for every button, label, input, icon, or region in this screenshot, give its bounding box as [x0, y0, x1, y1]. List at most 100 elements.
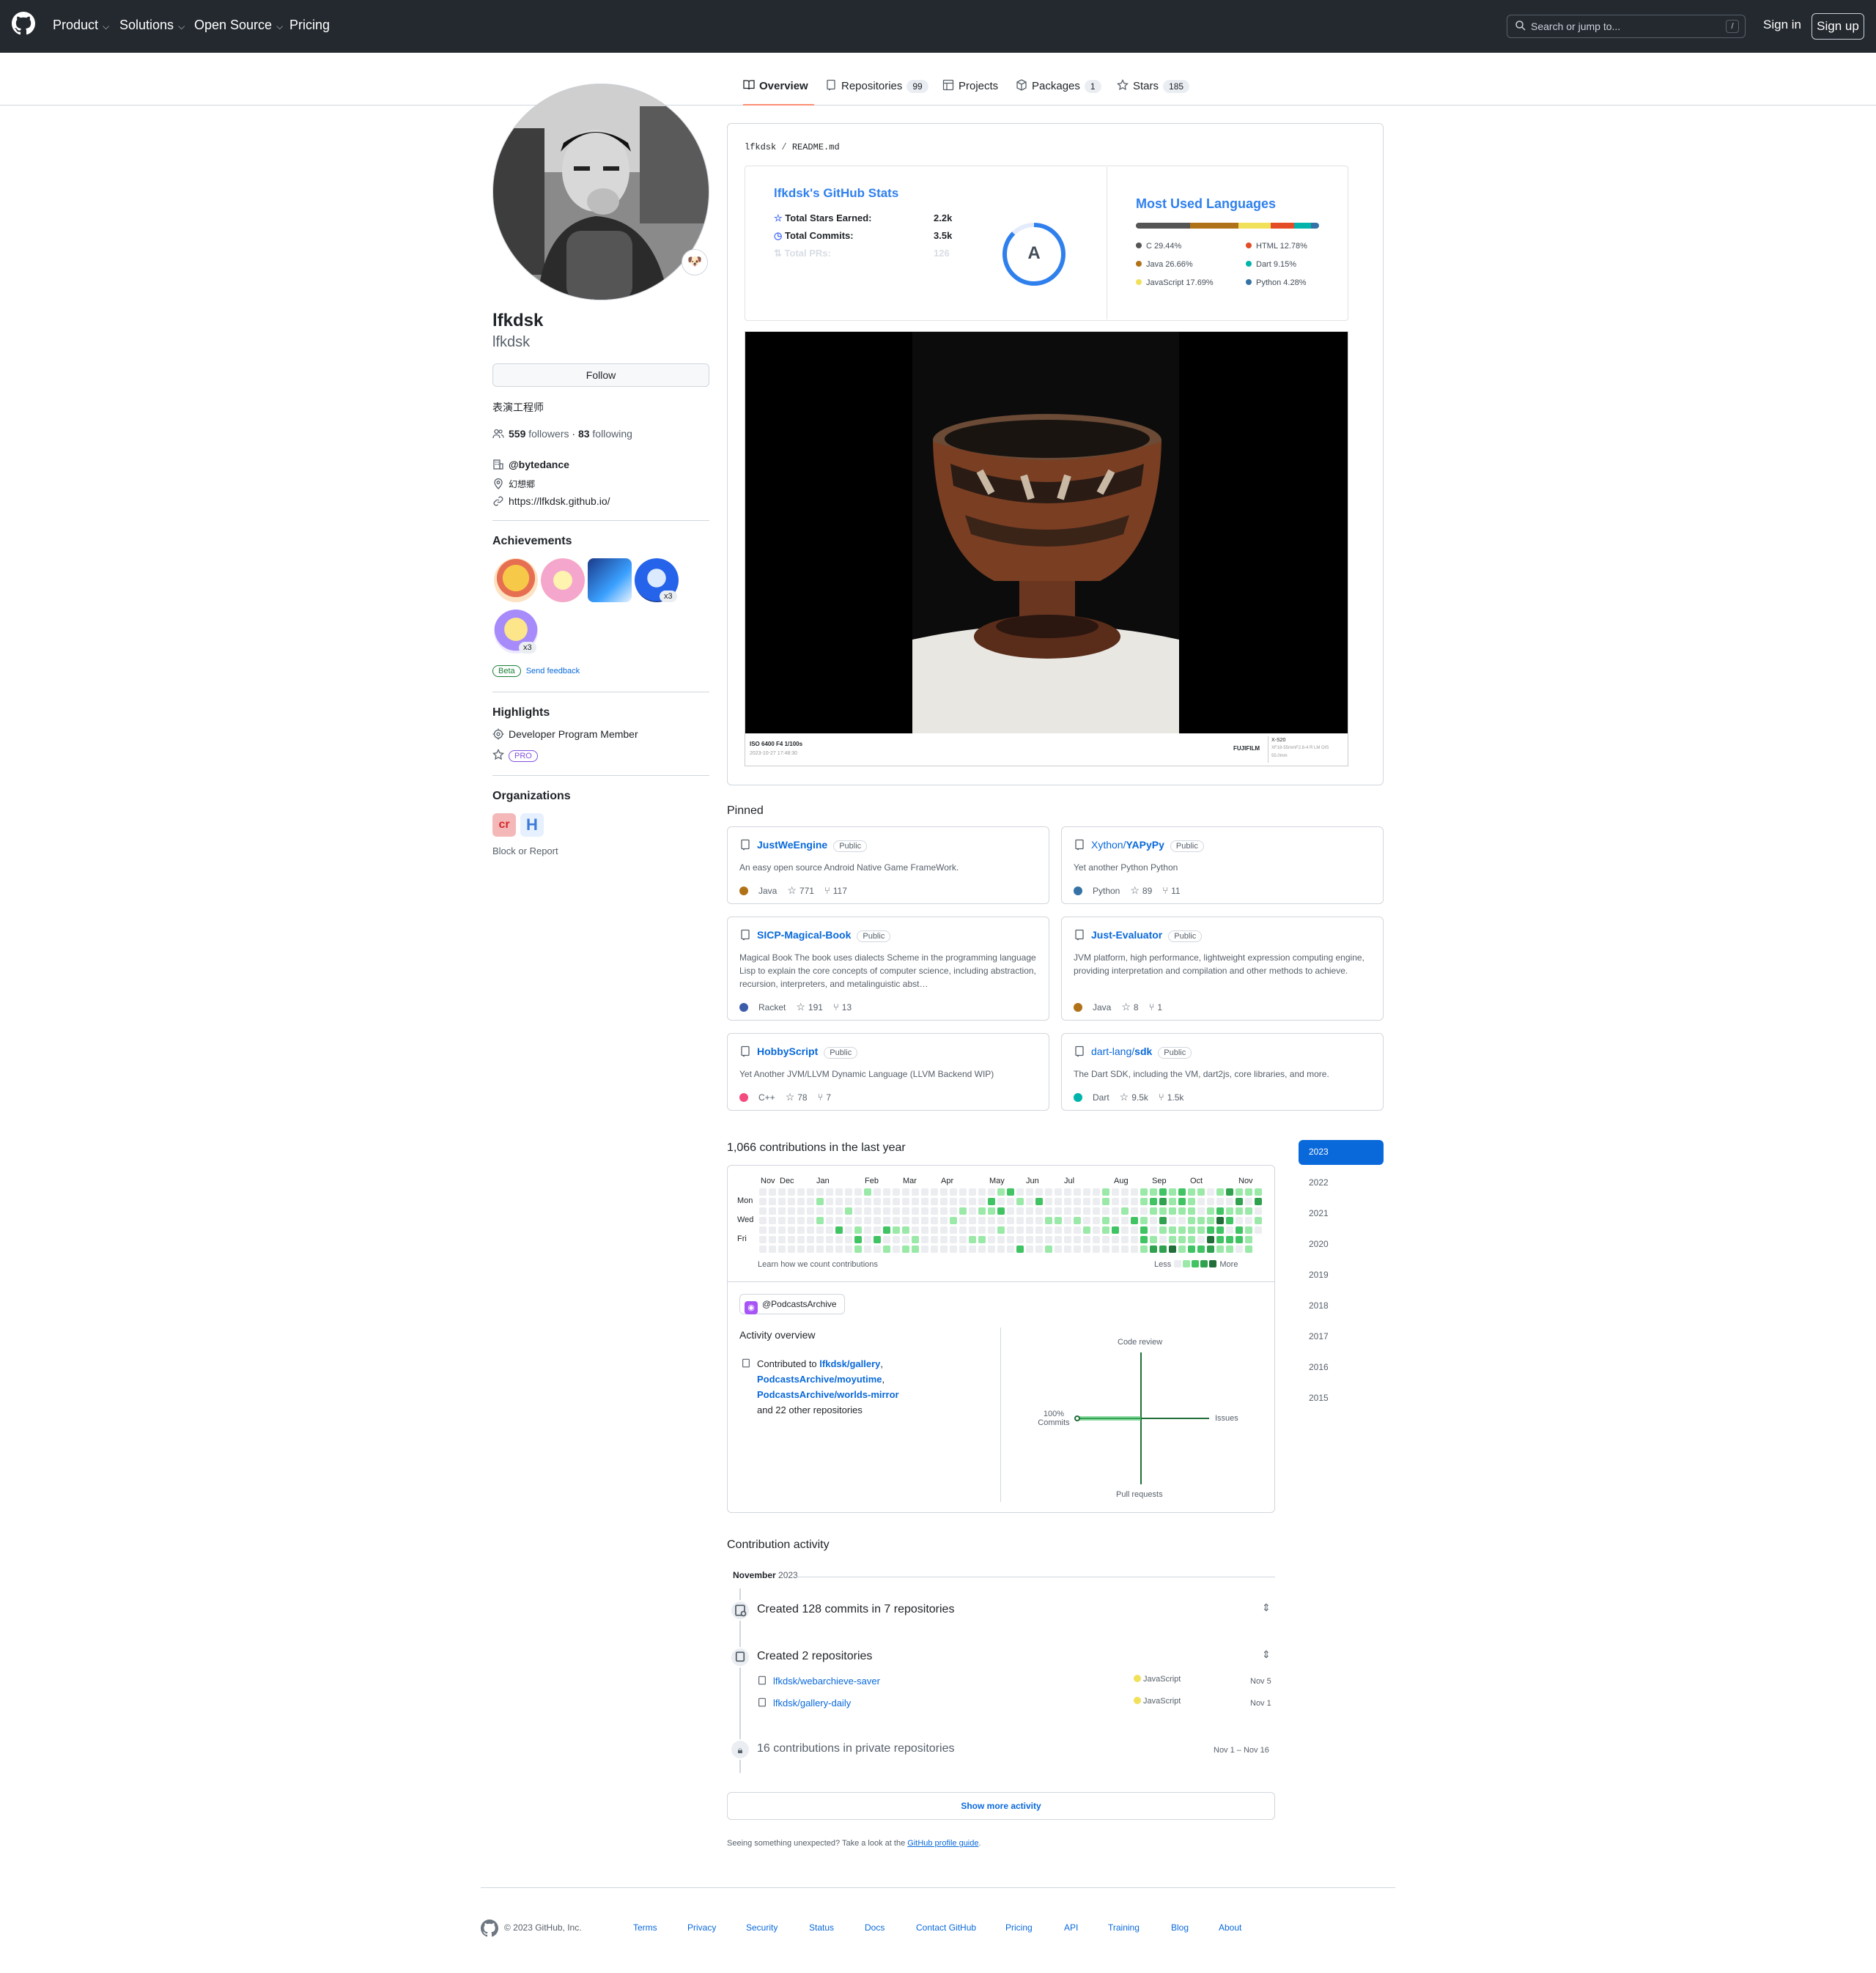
- contribution-day[interactable]: [1255, 1226, 1262, 1234]
- contribution-day[interactable]: [1026, 1207, 1033, 1215]
- contribution-day[interactable]: [1026, 1198, 1033, 1205]
- contribution-day[interactable]: [1045, 1207, 1052, 1215]
- contribution-day[interactable]: [1131, 1198, 1138, 1205]
- contribution-day[interactable]: [1045, 1217, 1052, 1224]
- contribution-day[interactable]: [959, 1188, 967, 1196]
- footer-link-privacy[interactable]: Privacy: [687, 1922, 716, 1933]
- contribution-day[interactable]: [807, 1188, 814, 1196]
- contribution-day[interactable]: [940, 1217, 948, 1224]
- contribution-day[interactable]: [759, 1236, 767, 1243]
- contribution-day[interactable]: [1226, 1198, 1233, 1205]
- contribution-day[interactable]: [759, 1188, 767, 1196]
- contribution-day[interactable]: [978, 1207, 986, 1215]
- contribution-day[interactable]: [845, 1207, 852, 1215]
- contribution-day[interactable]: [883, 1217, 890, 1224]
- repo-forks[interactable]: ⑂ 1: [1149, 1002, 1163, 1013]
- contribution-day[interactable]: [1121, 1207, 1129, 1215]
- contribution-day[interactable]: [1140, 1188, 1148, 1196]
- github-logo-icon[interactable]: [12, 12, 35, 35]
- year-link-2016[interactable]: 2016: [1299, 1355, 1384, 1380]
- contribution-day[interactable]: [1188, 1188, 1195, 1196]
- contribution-day[interactable]: [1074, 1198, 1081, 1205]
- contribution-day[interactable]: [864, 1198, 871, 1205]
- contribution-day[interactable]: [797, 1207, 805, 1215]
- contribution-day[interactable]: [1121, 1188, 1129, 1196]
- contribution-day[interactable]: [921, 1226, 928, 1234]
- footer-link-blog[interactable]: Blog: [1171, 1922, 1189, 1933]
- contribution-day[interactable]: [1178, 1245, 1186, 1253]
- contribution-day[interactable]: [1016, 1217, 1024, 1224]
- contribution-day[interactable]: [1016, 1226, 1024, 1234]
- contribution-day[interactable]: [1226, 1245, 1233, 1253]
- contribution-day[interactable]: [1169, 1217, 1176, 1224]
- contribution-day[interactable]: [1121, 1236, 1129, 1243]
- contribution-day[interactable]: [1150, 1188, 1157, 1196]
- contribution-day[interactable]: [912, 1245, 919, 1253]
- following-link[interactable]: 83 following: [578, 428, 632, 440]
- contribution-day[interactable]: [912, 1188, 919, 1196]
- contribution-day[interactable]: [1169, 1236, 1176, 1243]
- contribution-day[interactable]: [1236, 1236, 1243, 1243]
- contribution-day[interactable]: [1083, 1226, 1090, 1234]
- nav-solutions[interactable]: Solutions ⌵: [119, 18, 185, 33]
- contribution-day[interactable]: [988, 1236, 995, 1243]
- footer-link-pricing[interactable]: Pricing: [1005, 1922, 1033, 1933]
- achievement-yolo-icon[interactable]: [541, 558, 585, 602]
- contribution-day[interactable]: [759, 1226, 767, 1234]
- contribution-day[interactable]: [1055, 1188, 1062, 1196]
- contribution-day[interactable]: [1112, 1188, 1119, 1196]
- contribution-day[interactable]: [835, 1207, 843, 1215]
- contribution-day[interactable]: [940, 1245, 948, 1253]
- contribution-day[interactable]: [788, 1226, 795, 1234]
- contribution-day[interactable]: [1083, 1207, 1090, 1215]
- contribution-day[interactable]: [997, 1207, 1005, 1215]
- contribution-day[interactable]: [978, 1226, 986, 1234]
- contribution-day[interactable]: [845, 1245, 852, 1253]
- footer-link-security[interactable]: Security: [746, 1922, 778, 1933]
- contribution-day[interactable]: [1045, 1188, 1052, 1196]
- contribution-day[interactable]: [921, 1198, 928, 1205]
- repo-stars[interactable]: ☆ 191: [796, 1001, 823, 1013]
- contribution-day[interactable]: [835, 1236, 843, 1243]
- send-feedback-link[interactable]: Send feedback: [526, 667, 580, 675]
- contribution-day[interactable]: [807, 1198, 814, 1205]
- contribution-day[interactable]: [1255, 1188, 1262, 1196]
- contribution-day[interactable]: [835, 1198, 843, 1205]
- footer-link-contact-github[interactable]: Contact GitHub: [916, 1922, 976, 1933]
- contribution-day[interactable]: [1140, 1217, 1148, 1224]
- contribution-day[interactable]: [845, 1236, 852, 1243]
- contribution-day[interactable]: [797, 1188, 805, 1196]
- contribution-day[interactable]: [1035, 1245, 1043, 1253]
- contribution-day[interactable]: [1074, 1188, 1081, 1196]
- contribution-day[interactable]: [1035, 1198, 1043, 1205]
- nav-product[interactable]: Product ⌵: [53, 18, 109, 33]
- contribution-day[interactable]: [797, 1245, 805, 1253]
- contribution-day[interactable]: [807, 1245, 814, 1253]
- contribution-day[interactable]: [1093, 1198, 1100, 1205]
- repo-stars[interactable]: ☆ 9.5k: [1120, 1091, 1148, 1103]
- contribution-day[interactable]: [1045, 1236, 1052, 1243]
- contribution-day[interactable]: [940, 1188, 948, 1196]
- contribution-day[interactable]: [1102, 1245, 1109, 1253]
- contribution-day[interactable]: [1007, 1188, 1014, 1196]
- contribution-day[interactable]: [940, 1198, 948, 1205]
- contribution-day[interactable]: [959, 1236, 967, 1243]
- contribution-day[interactable]: [845, 1217, 852, 1224]
- contribution-day[interactable]: [912, 1207, 919, 1215]
- contribution-day[interactable]: [1093, 1245, 1100, 1253]
- contribution-day[interactable]: [1007, 1245, 1014, 1253]
- contribution-day[interactable]: [1055, 1198, 1062, 1205]
- contribution-day[interactable]: [1236, 1226, 1243, 1234]
- learn-contributions-link[interactable]: Learn how we count contributions: [758, 1260, 878, 1269]
- contribution-day[interactable]: [1226, 1207, 1233, 1215]
- followers-link[interactable]: 559 followers: [509, 428, 569, 440]
- contribution-day[interactable]: [864, 1245, 871, 1253]
- contribution-day[interactable]: [921, 1217, 928, 1224]
- contribution-day[interactable]: [1074, 1226, 1081, 1234]
- contribution-day[interactable]: [874, 1226, 881, 1234]
- repo-forks[interactable]: ⑂ 1.5k: [1159, 1092, 1184, 1103]
- contribution-day[interactable]: [893, 1236, 900, 1243]
- contribution-day[interactable]: [845, 1188, 852, 1196]
- contribution-day[interactable]: [864, 1236, 871, 1243]
- contribution-day[interactable]: [769, 1198, 776, 1205]
